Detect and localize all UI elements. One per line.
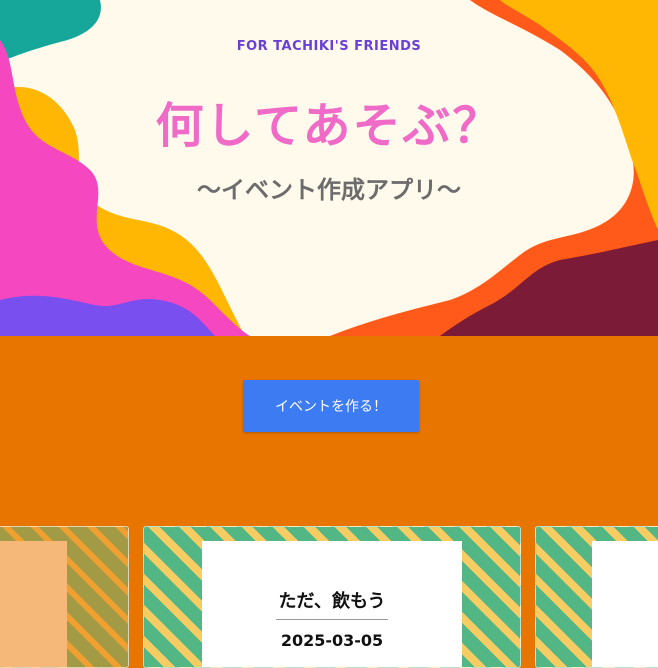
event-card-panel: ただ、飲もう 2025-03-05: [202, 541, 462, 667]
hero-banner: FOR TACHIKI'S FRIENDS 何してあそぶ？ 〜イベント作成アプリ…: [0, 0, 658, 336]
page-title: 何してあそぶ？: [155, 98, 503, 154]
create-event-button[interactable]: イベントを作る！: [243, 380, 419, 432]
event-card-panel: [592, 541, 658, 667]
event-title: ただ、飲もう: [278, 591, 386, 612]
event-divider: [276, 619, 388, 620]
event-card-partial-right[interactable]: [535, 526, 658, 668]
hero-tagline: 〜イベント作成アプリ〜: [197, 176, 461, 204]
event-card-partial-left[interactable]: [0, 526, 129, 668]
event-date: 2025-03-05: [280, 631, 384, 650]
event-card[interactable]: ただ、飲もう 2025-03-05: [143, 526, 521, 668]
event-card-panel: [0, 541, 67, 667]
hero-subtitle: FOR TACHIKI'S FRIENDS: [236, 39, 422, 54]
